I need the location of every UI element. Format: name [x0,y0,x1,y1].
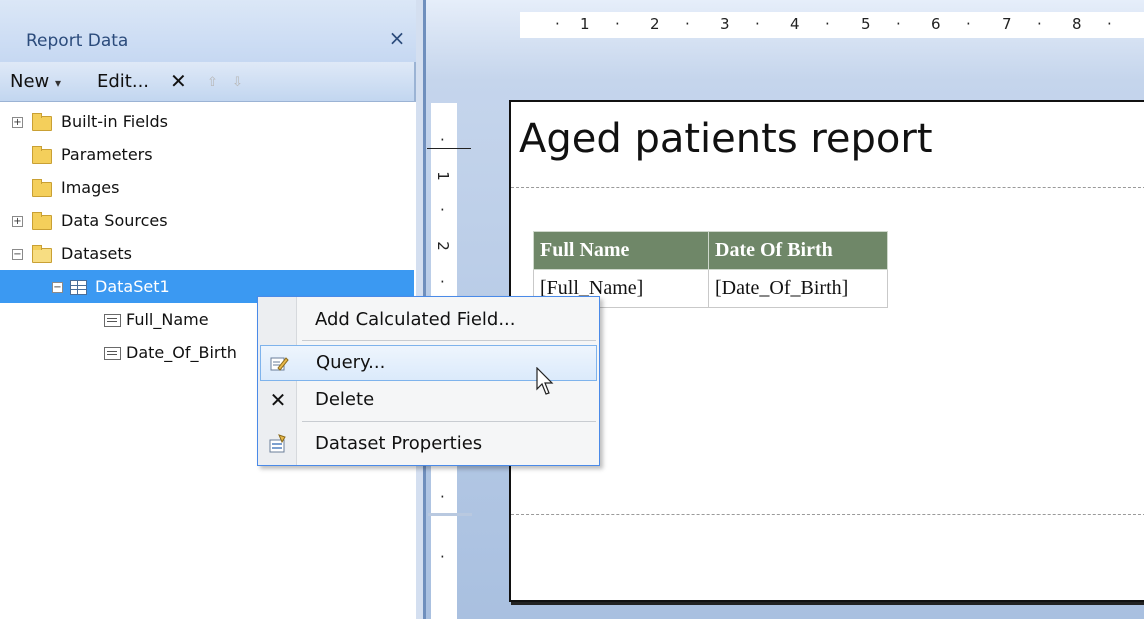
ruler-tick-1: 1 [433,171,452,181]
move-up-icon[interactable]: ⇧ [207,75,218,90]
delete-icon: ✕ [269,388,287,412]
tree-item-label: Full_Name [126,310,209,329]
dropdown-arrow-icon: ▾ [55,76,62,90]
ruler-marker-line [428,513,472,516]
menu-separator [302,421,596,422]
properties-icon [268,434,288,454]
ruler-dot: · [1037,15,1042,33]
pane-toolbar: New ▾ Edit... ✕ ⇧ ⇩ [0,62,416,102]
tree-item-parameters[interactable]: Parameters [0,138,416,171]
menu-item-label: Delete [315,389,375,410]
folder-icon [32,146,52,164]
report-title-textbox[interactable]: Aged patients report [519,116,933,162]
tree-item-datasets[interactable]: − Datasets [0,237,416,270]
tree-item-built-in-fields[interactable]: + Built-in Fields [0,105,416,138]
folder-icon [32,212,52,230]
menu-item-label: Query... [316,352,386,373]
edit-button[interactable]: Edit... [97,71,149,92]
ruler-dot: · [825,15,830,33]
cell-date-of-birth[interactable]: [Date_Of_Birth] [708,269,888,308]
dataset-icon [70,280,87,295]
open-folder-icon [32,245,52,263]
ruler-dot: · [1107,15,1112,33]
folder-icon [32,179,52,197]
ruler-dot: · [966,15,971,33]
delete-icon[interactable]: ✕ [170,69,187,93]
ruler-dot: · [555,15,560,33]
mouse-cursor-icon [536,366,554,397]
close-icon[interactable]: × [387,27,407,49]
ruler-dot: · [440,273,445,291]
ruler-tick-6: 6 [931,15,941,33]
menu-item-label: Dataset Properties [315,433,483,454]
ruler-tick-2: 2 [650,15,660,33]
tree-item-label: Date_Of_Birth [126,343,237,362]
expand-icon[interactable]: + [12,216,23,227]
footer-separator [511,514,1144,515]
tree-item-images[interactable]: Images [0,171,416,204]
ruler-tick-8: 8 [1072,15,1082,33]
tree-item-data-sources[interactable]: + Data Sources [0,204,416,237]
menu-separator [302,340,596,341]
ruler-tick-7: 7 [1002,15,1012,33]
tree-item-label: Parameters [61,145,153,164]
menu-item-label: Add Calculated Field... [315,309,516,330]
pane-title-bar: Report Data × [0,0,416,62]
expand-icon[interactable]: + [12,117,23,128]
tree-item-label: Built-in Fields [61,112,168,131]
ruler-tick-3: 3 [720,15,730,33]
pane-title: Report Data [26,31,129,51]
horizontal-ruler: · 1 · 2 · 3 · 4 · 5 · 6 · 7 · 8 · [520,12,1144,38]
collapse-icon[interactable]: − [52,282,63,293]
tree-item-label: DataSet1 [95,277,170,296]
header-cell-date-of-birth[interactable]: Date Of Birth [708,231,888,270]
ruler-dot: · [685,15,690,33]
ruler-tick-1: 1 [580,15,590,33]
menu-item-add-calculated-field[interactable]: Add Calculated Field... [260,303,597,337]
ruler-dot: · [440,201,445,219]
field-icon [104,347,121,360]
ruler-dot: · [615,15,620,33]
tree-item-label: Data Sources [61,211,168,230]
ruler-dot: · [440,131,445,149]
ruler-dot: · [440,488,445,506]
field-icon [104,314,121,327]
query-icon [269,353,289,373]
report-page[interactable]: Aged patients report Full Name Date Of B… [509,100,1144,602]
new-label: New [10,71,50,92]
ruler-tick-4: 4 [790,15,800,33]
ruler-tick-5: 5 [861,15,871,33]
move-down-icon[interactable]: ⇩ [232,75,243,90]
menu-item-dataset-properties[interactable]: Dataset Properties [260,427,597,461]
new-button[interactable]: New ▾ [10,71,61,92]
header-cell-full-name[interactable]: Full Name [533,231,709,270]
folder-icon [32,113,52,131]
tree-item-label: Images [61,178,120,197]
tree-item-label: Datasets [61,244,132,263]
ruler-dot: · [440,548,445,566]
ruler-dot: · [896,15,901,33]
header-separator [511,187,1144,188]
collapse-icon[interactable]: − [12,249,23,260]
ruler-tick-2: 2 [433,241,452,251]
ruler-dot: · [755,15,760,33]
ruler-marker-line [427,148,471,149]
table-header-row: Full Name Date Of Birth [533,231,888,270]
